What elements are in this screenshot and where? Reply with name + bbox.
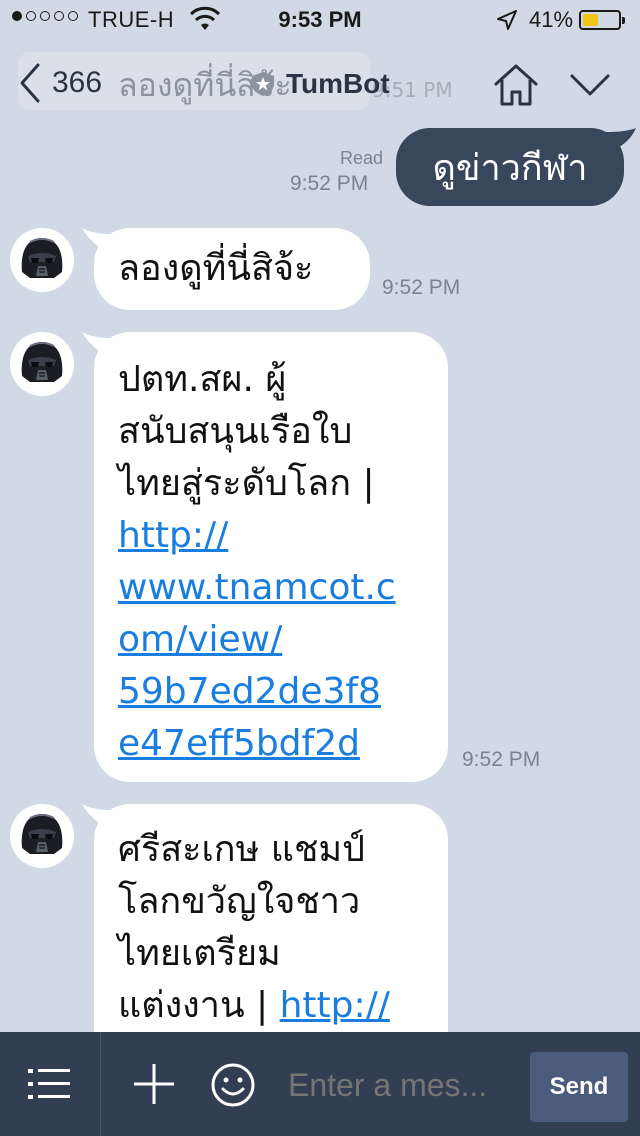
official-star-icon bbox=[252, 72, 274, 96]
message-text: ดูข่าวกีฬา bbox=[432, 147, 588, 189]
darth-vader-avatar-icon bbox=[10, 804, 74, 868]
darth-vader-avatar-icon bbox=[10, 332, 74, 396]
unread-count: 366 bbox=[52, 66, 103, 99]
message-time: 9:52 PM bbox=[382, 276, 461, 299]
message-line: ไทยสู่ระดับโลก | bbox=[118, 463, 375, 504]
input-bar: Send bbox=[0, 1032, 640, 1136]
message-link[interactable]: http:// bbox=[280, 985, 390, 1026]
message-link[interactable]: http:// bbox=[118, 510, 448, 562]
chat-header: ลองดูที่นี่สิจ้ะ 9:51 PM 366 TumBot bbox=[0, 40, 640, 130]
home-icon[interactable] bbox=[492, 62, 540, 108]
read-receipt: Read bbox=[340, 148, 384, 168]
plus-icon[interactable] bbox=[132, 1062, 176, 1106]
chevron-left-icon bbox=[20, 63, 40, 103]
bot-avatar[interactable] bbox=[10, 804, 74, 868]
message-text: แต่งงาน | bbox=[118, 985, 280, 1026]
bot-avatar[interactable] bbox=[10, 332, 74, 396]
divider bbox=[100, 1032, 101, 1136]
back-button[interactable]: 366 bbox=[18, 62, 102, 104]
message-line: แต่งงาน | http:// bbox=[118, 980, 448, 1032]
message-link[interactable]: www.tnamcot.c bbox=[118, 562, 448, 614]
incoming-message-bubble[interactable]: ปตท.สผ. ผู้ สนับสนุนเรือใบ ไทยสู่ระดับโล… bbox=[94, 332, 448, 782]
battery-icon bbox=[579, 10, 625, 30]
chevron-down-icon[interactable] bbox=[568, 70, 612, 100]
bot-avatar[interactable] bbox=[10, 228, 74, 292]
darth-vader-avatar-icon bbox=[10, 228, 74, 292]
chat-title-text: TumBot bbox=[286, 68, 390, 99]
message-link[interactable]: 59b7ed2de3f8 bbox=[118, 666, 448, 718]
message-line: โลกขวัญใจชาว bbox=[118, 881, 361, 922]
message-time: 9:52 PM bbox=[290, 172, 369, 195]
emoji-icon[interactable] bbox=[210, 1062, 256, 1108]
battery-percent: 41% bbox=[529, 7, 574, 32]
message-line: ปตท.สผ. ผู้ bbox=[118, 359, 287, 400]
message-time: 9:52 PM bbox=[462, 748, 541, 771]
message-line: ไทยเตรียม bbox=[118, 933, 281, 974]
message-line: สนับสนุนเรือใบ bbox=[118, 411, 353, 452]
message-line: ศรีสะเกษ แชมป์ bbox=[118, 829, 365, 870]
chat-title[interactable]: TumBot bbox=[250, 68, 390, 100]
menu-list-icon[interactable] bbox=[28, 1066, 72, 1102]
location-arrow-icon bbox=[497, 10, 517, 30]
bubble-tail bbox=[606, 128, 636, 150]
message-link[interactable]: om/view/ bbox=[118, 614, 448, 666]
outgoing-message-bubble[interactable]: ดูข่าวกีฬา bbox=[396, 128, 624, 206]
incoming-message-bubble[interactable]: ลองดูที่นี่สิจ้ะ bbox=[94, 228, 370, 310]
message-link[interactable]: e47eff5bdf2d bbox=[118, 718, 448, 770]
send-button[interactable]: Send bbox=[530, 1052, 628, 1122]
message-input[interactable] bbox=[286, 1062, 530, 1108]
status-bar: TRUE-H 9:53 PM 41% bbox=[0, 0, 640, 40]
message-text: ลองดูที่นี่สิจ้ะ bbox=[118, 248, 314, 289]
